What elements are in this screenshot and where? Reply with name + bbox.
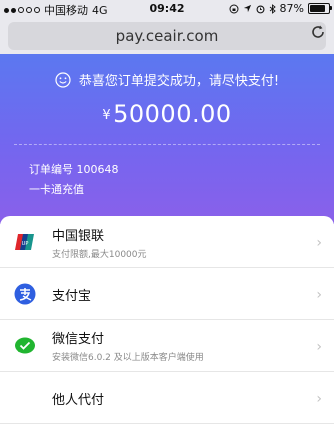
bluetooth-icon (269, 3, 276, 14)
alipay-icon (14, 283, 36, 305)
chevron-right-icon: › (316, 287, 322, 303)
smile-icon (55, 71, 71, 88)
order-summary: 恭喜您订单提交成功，请尽快支付! ¥50000.00 订单编号 100648 一… (0, 54, 334, 224)
url-field[interactable]: pay.ceair.com (8, 22, 326, 50)
payment-option-title: 他人代付 (52, 393, 105, 408)
chevron-right-icon: › (316, 391, 322, 407)
reload-icon[interactable] (310, 24, 326, 40)
unionpay-icon: UP (15, 234, 34, 250)
location-icon (243, 4, 251, 13)
success-text: 恭喜您订单提交成功，请尽快支付! (78, 74, 280, 89)
battery-percent: 87% (279, 2, 304, 15)
payment-option-wechat[interactable]: 微信支付 安装微信6.0.2 及以上版本客户端使用 › (0, 320, 334, 372)
payment-option-title: 支付宝 (52, 289, 92, 304)
payment-method-list: UP 中国银联 支付限额,最大10000元 › 支付宝 › 微信支付 安装微信6… (0, 216, 334, 442)
payment-option-alipay[interactable]: 支付宝 › (0, 268, 334, 320)
payment-option-title: 中国银联 (52, 229, 105, 244)
payment-option-subtitle: 安装微信6.0.2 及以上版本客户端使用 (52, 353, 204, 363)
url-text: pay.ceair.com (115, 27, 219, 45)
battery-icon (308, 3, 332, 14)
status-right: 87% (229, 2, 332, 15)
alarm-icon (256, 4, 265, 13)
product-name: 一卡通充值 (29, 183, 84, 196)
payment-option-pay-for-me[interactable]: 他人代付 › (0, 372, 334, 424)
svg-text:UP: UP (22, 241, 29, 247)
order-number-value: 100648 (76, 163, 119, 176)
payment-option-subtitle: 支付限额,最大10000元 (52, 250, 147, 260)
amount-value: 50000.00 (113, 100, 232, 128)
chevron-right-icon: › (316, 339, 322, 355)
dashed-divider (14, 144, 320, 145)
payment-amount: ¥50000.00 (0, 100, 334, 128)
order-number-line: 订单编号 100648 (29, 161, 119, 177)
wechat-pay-icon (15, 337, 35, 354)
order-number-label: 订单编号 (29, 163, 73, 176)
payment-option-unionpay[interactable]: UP 中国银联 支付限额,最大10000元 › (0, 216, 334, 268)
payment-option-title: 微信支付 (52, 332, 105, 347)
chevron-right-icon: › (316, 235, 322, 251)
success-message: 恭喜您订单提交成功，请尽快支付! (0, 70, 334, 89)
status-bar: 中国移动 4G 09:42 87% (0, 0, 334, 18)
currency-symbol: ¥ (102, 108, 112, 123)
rotation-lock-icon (229, 4, 239, 13)
browser-address-bar: pay.ceair.com (0, 18, 334, 54)
battery-fill (310, 5, 325, 12)
